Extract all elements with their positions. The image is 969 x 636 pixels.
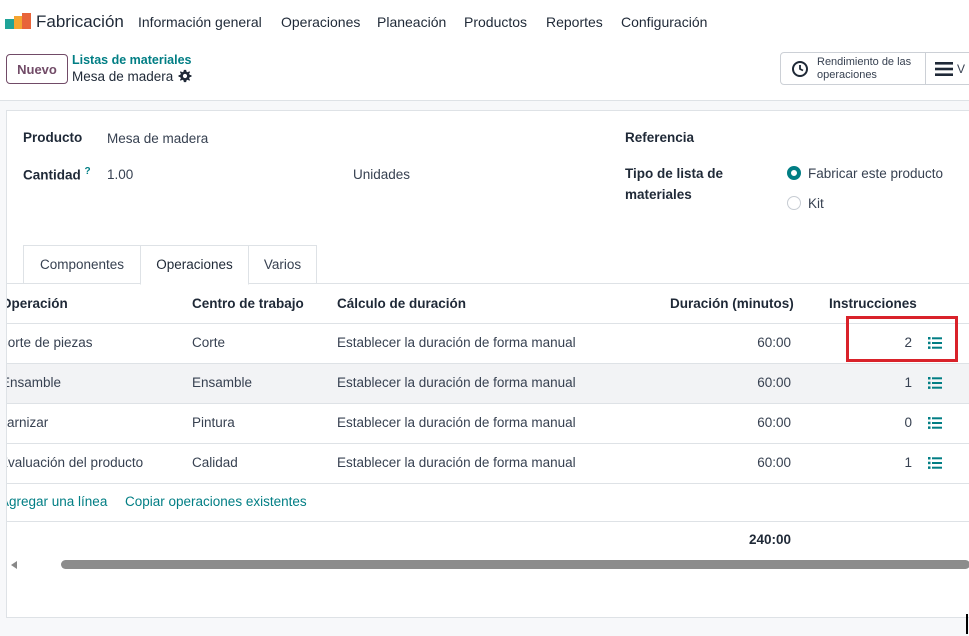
row-instructions-count: 1 — [904, 375, 912, 390]
horizontal-scrollbar[interactable] — [61, 560, 969, 569]
text-cursor — [966, 614, 968, 634]
tab-components[interactable]: Componentes — [23, 245, 141, 284]
view-menu-button[interactable]: V — [925, 52, 969, 85]
row-duration-calc: Establecer la duración de forma manual — [337, 375, 576, 390]
row-operation: Ensamble — [7, 375, 62, 390]
menu-item-operations[interactable]: Operaciones — [281, 14, 360, 30]
col-duration[interactable]: Duración (minutos) — [670, 296, 794, 311]
row-workcenter: Pintura — [192, 415, 235, 430]
instructions-highlight-box — [846, 316, 958, 362]
quantity-label: Cantidad ? — [23, 166, 91, 183]
row-duration: 60:00 — [757, 455, 791, 470]
product-field[interactable]: Mesa de madera — [107, 131, 208, 146]
row-duration-calc: Establecer la duración de forma manual — [337, 415, 576, 430]
add-line-link[interactable]: Agregar una línea — [7, 494, 107, 509]
row-instructions-count: 0 — [904, 415, 912, 430]
tab-operations[interactable]: Operaciones — [140, 245, 249, 285]
radio-manufacture[interactable] — [787, 166, 801, 180]
col-operation[interactable]: Operación — [7, 296, 68, 311]
table-row[interactable]: Corte de piezas Corte Establecer la dura… — [7, 323, 969, 363]
table-row-divider — [7, 483, 969, 484]
list-icon[interactable] — [928, 417, 942, 429]
row-duration: 60:00 — [757, 375, 791, 390]
copy-operations-link[interactable]: Copiar operaciones existentes — [125, 494, 307, 509]
clock-icon — [792, 61, 808, 77]
radio-kit-label[interactable]: Kit — [808, 196, 824, 211]
app-logo-icon[interactable] — [5, 13, 31, 29]
radio-kit[interactable] — [787, 196, 801, 210]
scroll-left-icon[interactable] — [11, 561, 17, 569]
menu-item-products[interactable]: Productos — [464, 14, 527, 30]
row-duration: 60:00 — [757, 415, 791, 430]
operations-performance-label: Rendimiento de las operaciones — [817, 56, 912, 81]
product-label: Producto — [23, 130, 83, 145]
row-duration: 60:00 — [757, 335, 791, 350]
view-menu-label: V — [957, 62, 966, 76]
total-duration: 240:00 — [748, 532, 791, 547]
form-sheet: Producto Mesa de madera Cantidad ? 1.00 … — [6, 110, 969, 618]
row-duration-calc: Establecer la duración de forma manual — [337, 335, 576, 350]
table-row[interactable]: Ensamble Ensamble Establecer la duración… — [7, 363, 969, 403]
row-duration-calc: Establecer la duración de forma manual — [337, 455, 576, 470]
row-instructions-count: 1 — [904, 455, 912, 470]
quantity-help-icon[interactable]: ? — [85, 166, 91, 177]
row-workcenter: Ensamble — [192, 375, 253, 390]
operations-performance-button[interactable]: Rendimiento de las operaciones — [780, 52, 926, 85]
uom-field[interactable]: Unidades — [353, 167, 410, 182]
row-workcenter: Corte — [192, 335, 226, 350]
bom-type-label-line1: Tipo de lista de — [625, 166, 724, 181]
top-navbar: Fabricación Información general Operacio… — [0, 0, 969, 44]
app-name[interactable]: Fabricación — [36, 12, 124, 32]
radio-manufacture-label[interactable]: Fabricar este producto — [808, 166, 943, 181]
menu-item-planning[interactable]: Planeación — [377, 14, 446, 30]
quantity-field[interactable]: 1.00 — [107, 167, 133, 182]
bars-icon — [935, 62, 953, 76]
totals-divider — [7, 521, 969, 522]
menu-item-configuration[interactable]: Configuración — [621, 14, 707, 30]
tab-misc[interactable]: Varios — [248, 245, 317, 284]
col-instructions[interactable]: Instrucciones — [829, 296, 917, 311]
breadcrumb-current: Mesa de madera — [72, 69, 174, 84]
row-operation: Corte de piezas — [7, 335, 93, 350]
menu-item-general[interactable]: Información general — [138, 14, 262, 30]
gear-icon[interactable] — [178, 69, 192, 83]
breadcrumb-parent-link[interactable]: Listas de materiales — [72, 53, 192, 67]
list-icon[interactable] — [928, 377, 942, 389]
table-row[interactable]: Barnizar Pintura Establecer la duración … — [7, 403, 969, 443]
bom-type-label-line2: materiales — [625, 187, 692, 202]
col-duration-calc[interactable]: Cálculo de duración — [337, 296, 466, 311]
list-icon[interactable] — [928, 457, 942, 469]
row-workcenter: Calidad — [192, 455, 238, 470]
row-operation: Evaluación del producto — [7, 455, 144, 470]
reference-label: Referencia — [625, 130, 695, 145]
menu-item-reports[interactable]: Reportes — [546, 14, 603, 30]
control-panel: Nuevo Listas de materiales Mesa de mader… — [0, 44, 969, 101]
row-operation: Barnizar — [7, 415, 49, 430]
new-button[interactable]: Nuevo — [6, 54, 68, 84]
col-workcenter[interactable]: Centro de trabajo — [192, 296, 304, 311]
table-row[interactable]: Evaluación del producto Calidad Establec… — [7, 443, 969, 483]
